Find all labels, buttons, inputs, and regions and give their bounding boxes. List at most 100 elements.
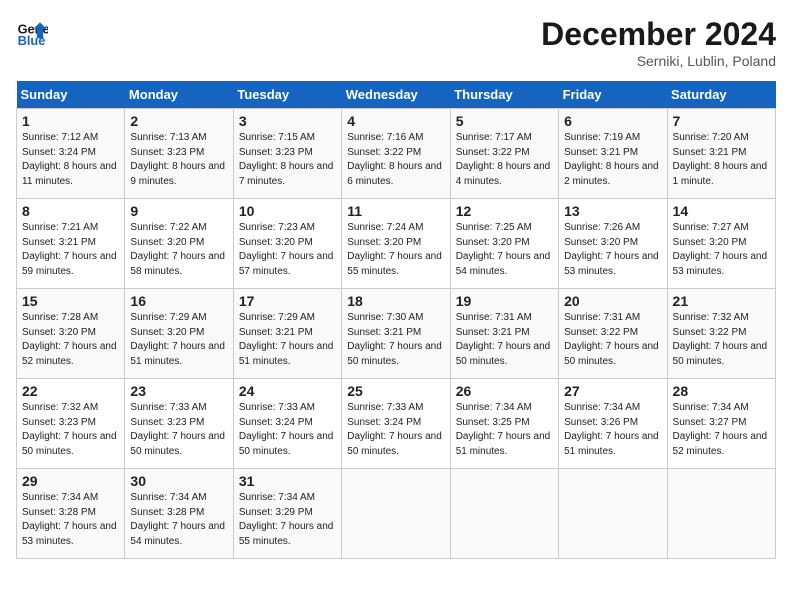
day-number: 30 [130,473,227,489]
empty-cell [667,469,775,559]
cell-info: Sunrise: 7:33 AMSunset: 3:23 PMDaylight:… [130,401,227,459]
day-number: 10 [239,203,336,219]
header-monday: Monday [125,81,233,109]
day-number: 9 [130,203,227,219]
day-number: 6 [564,113,661,129]
title-block: December 2024 Serniki, Lublin, Poland [541,16,776,69]
day-number: 5 [456,113,553,129]
calendar-subtitle: Serniki, Lublin, Poland [541,53,776,69]
day-cell-27: 27Sunrise: 7:34 AMSunset: 3:26 PMDayligh… [559,379,667,469]
day-number: 2 [130,113,227,129]
day-number: 18 [347,293,444,309]
header-friday: Friday [559,81,667,109]
cell-info: Sunrise: 7:34 AMSunset: 3:28 PMDaylight:… [130,491,227,549]
day-number: 26 [456,383,553,399]
day-number: 25 [347,383,444,399]
header-wednesday: Wednesday [342,81,450,109]
day-cell-2: 2 Sunrise: 7:13 AMSunset: 3:23 PMDaylight… [125,109,233,199]
logo: General Blue [16,16,48,48]
cell-info: Sunrise: 7:32 AMSunset: 3:23 PMDaylight:… [22,401,119,459]
day-number: 7 [673,113,770,129]
day-number: 17 [239,293,336,309]
cell-info: Sunrise: 7:16 AMSunset: 3:22 PMDaylight:… [347,131,444,189]
header-sunday: Sunday [17,81,125,109]
day-cell-1: 1Sunrise: 7:12 AMSunset: 3:24 PMDaylight… [17,109,125,199]
day-cell-29: 29 Sunrise: 7:34 AMSunset: 3:28 PMDayligh… [17,469,125,559]
day-cell-25: 25 Sunrise: 7:33 AMSunset: 3:24 PMDayligh… [342,379,450,469]
cell-info: Sunrise: 7:26 AMSunset: 3:20 PMDaylight:… [564,221,661,279]
day-number: 20 [564,293,661,309]
day-number: 3 [239,113,336,129]
day-number: 14 [673,203,770,219]
page-header: General Blue December 2024 Serniki, Lubl… [16,16,776,69]
calendar-week-3: 22Sunrise: 7:32 AMSunset: 3:23 PMDayligh… [17,379,776,469]
cell-info: Sunrise: 7:34 AMSunset: 3:27 PMDaylight:… [673,401,770,459]
day-number: 15 [22,293,119,309]
day-cell-17: 17 Sunrise: 7:29 AMSunset: 3:21 PMDayligh… [233,289,341,379]
day-number: 12 [456,203,553,219]
day-number: 13 [564,203,661,219]
cell-info: Sunrise: 7:24 AMSunset: 3:20 PMDaylight:… [347,221,444,279]
calendar-table: Sunday Monday Tuesday Wednesday Thursday… [16,81,776,559]
day-cell-22: 22Sunrise: 7:32 AMSunset: 3:23 PMDayligh… [17,379,125,469]
calendar-week-1: 8 Sunrise: 7:21 AMSunset: 3:21 PMDaylight… [17,199,776,289]
day-cell-31: 31Sunrise: 7:34 AMSunset: 3:29 PMDayligh… [233,469,341,559]
day-cell-15: 15 Sunrise: 7:28 AMSunset: 3:20 PMDayligh… [17,289,125,379]
day-cell-11: 11 Sunrise: 7:24 AMSunset: 3:20 PMDayligh… [342,199,450,289]
header-thursday: Thursday [450,81,558,109]
cell-info: Sunrise: 7:27 AMSunset: 3:20 PMDaylight:… [673,221,770,279]
cell-info: Sunrise: 7:17 AMSunset: 3:22 PMDaylight:… [456,131,553,189]
day-cell-7: 7 Sunrise: 7:20 AMSunset: 3:21 PMDaylight… [667,109,775,199]
day-cell-6: 6 Sunrise: 7:19 AMSunset: 3:21 PMDaylight… [559,109,667,199]
day-cell-4: 4Sunrise: 7:16 AMSunset: 3:22 PMDaylight… [342,109,450,199]
day-cell-16: 16Sunrise: 7:29 AMSunset: 3:20 PMDayligh… [125,289,233,379]
weekday-header-row: Sunday Monday Tuesday Wednesday Thursday… [17,81,776,109]
cell-info: Sunrise: 7:32 AMSunset: 3:22 PMDaylight:… [673,311,770,369]
cell-info: Sunrise: 7:20 AMSunset: 3:21 PMDaylight:… [673,131,770,189]
day-number: 8 [22,203,119,219]
cell-info: Sunrise: 7:15 AMSunset: 3:23 PMDaylight:… [239,131,336,189]
day-cell-8: 8 Sunrise: 7:21 AMSunset: 3:21 PMDaylight… [17,199,125,289]
day-cell-9: 9Sunrise: 7:22 AMSunset: 3:20 PMDaylight… [125,199,233,289]
day-number: 11 [347,203,444,219]
day-cell-24: 24 Sunrise: 7:33 AMSunset: 3:24 PMDayligh… [233,379,341,469]
header-tuesday: Tuesday [233,81,341,109]
day-cell-23: 23 Sunrise: 7:33 AMSunset: 3:23 PMDayligh… [125,379,233,469]
day-number: 23 [130,383,227,399]
day-cell-14: 14 Sunrise: 7:27 AMSunset: 3:20 PMDayligh… [667,199,775,289]
calendar-week-4: 29 Sunrise: 7:34 AMSunset: 3:28 PMDayligh… [17,469,776,559]
day-cell-12: 12Sunrise: 7:25 AMSunset: 3:20 PMDayligh… [450,199,558,289]
day-number: 21 [673,293,770,309]
day-cell-10: 10 Sunrise: 7:23 AMSunset: 3:20 PMDayligh… [233,199,341,289]
cell-info: Sunrise: 7:28 AMSunset: 3:20 PMDaylight:… [22,311,119,369]
cell-info: Sunrise: 7:19 AMSunset: 3:21 PMDaylight:… [564,131,661,189]
cell-info: Sunrise: 7:12 AMSunset: 3:24 PMDaylight:… [22,131,119,189]
empty-cell [342,469,450,559]
day-cell-5: 5 Sunrise: 7:17 AMSunset: 3:22 PMDaylight… [450,109,558,199]
cell-info: Sunrise: 7:33 AMSunset: 3:24 PMDaylight:… [347,401,444,459]
cell-info: Sunrise: 7:33 AMSunset: 3:24 PMDaylight:… [239,401,336,459]
cell-info: Sunrise: 7:29 AMSunset: 3:21 PMDaylight:… [239,311,336,369]
cell-info: Sunrise: 7:34 AMSunset: 3:28 PMDaylight:… [22,491,119,549]
cell-info: Sunrise: 7:30 AMSunset: 3:21 PMDaylight:… [347,311,444,369]
day-number: 24 [239,383,336,399]
empty-cell [450,469,558,559]
calendar-title: December 2024 [541,16,776,53]
day-cell-28: 28 Sunrise: 7:34 AMSunset: 3:27 PMDayligh… [667,379,775,469]
cell-info: Sunrise: 7:13 AMSunset: 3:23 PMDaylight:… [130,131,227,189]
cell-info: Sunrise: 7:34 AMSunset: 3:25 PMDaylight:… [456,401,553,459]
header-saturday: Saturday [667,81,775,109]
day-number: 27 [564,383,661,399]
cell-info: Sunrise: 7:34 AMSunset: 3:29 PMDaylight:… [239,491,336,549]
cell-info: Sunrise: 7:21 AMSunset: 3:21 PMDaylight:… [22,221,119,279]
day-cell-18: 18 Sunrise: 7:30 AMSunset: 3:21 PMDayligh… [342,289,450,379]
day-cell-19: 19Sunrise: 7:31 AMSunset: 3:21 PMDayligh… [450,289,558,379]
day-number: 28 [673,383,770,399]
day-cell-13: 13 Sunrise: 7:26 AMSunset: 3:20 PMDayligh… [559,199,667,289]
day-cell-21: 21 Sunrise: 7:32 AMSunset: 3:22 PMDayligh… [667,289,775,379]
day-number: 19 [456,293,553,309]
cell-info: Sunrise: 7:23 AMSunset: 3:20 PMDaylight:… [239,221,336,279]
day-number: 29 [22,473,119,489]
day-cell-3: 3 Sunrise: 7:15 AMSunset: 3:23 PMDaylight… [233,109,341,199]
calendar-week-2: 15 Sunrise: 7:28 AMSunset: 3:20 PMDayligh… [17,289,776,379]
